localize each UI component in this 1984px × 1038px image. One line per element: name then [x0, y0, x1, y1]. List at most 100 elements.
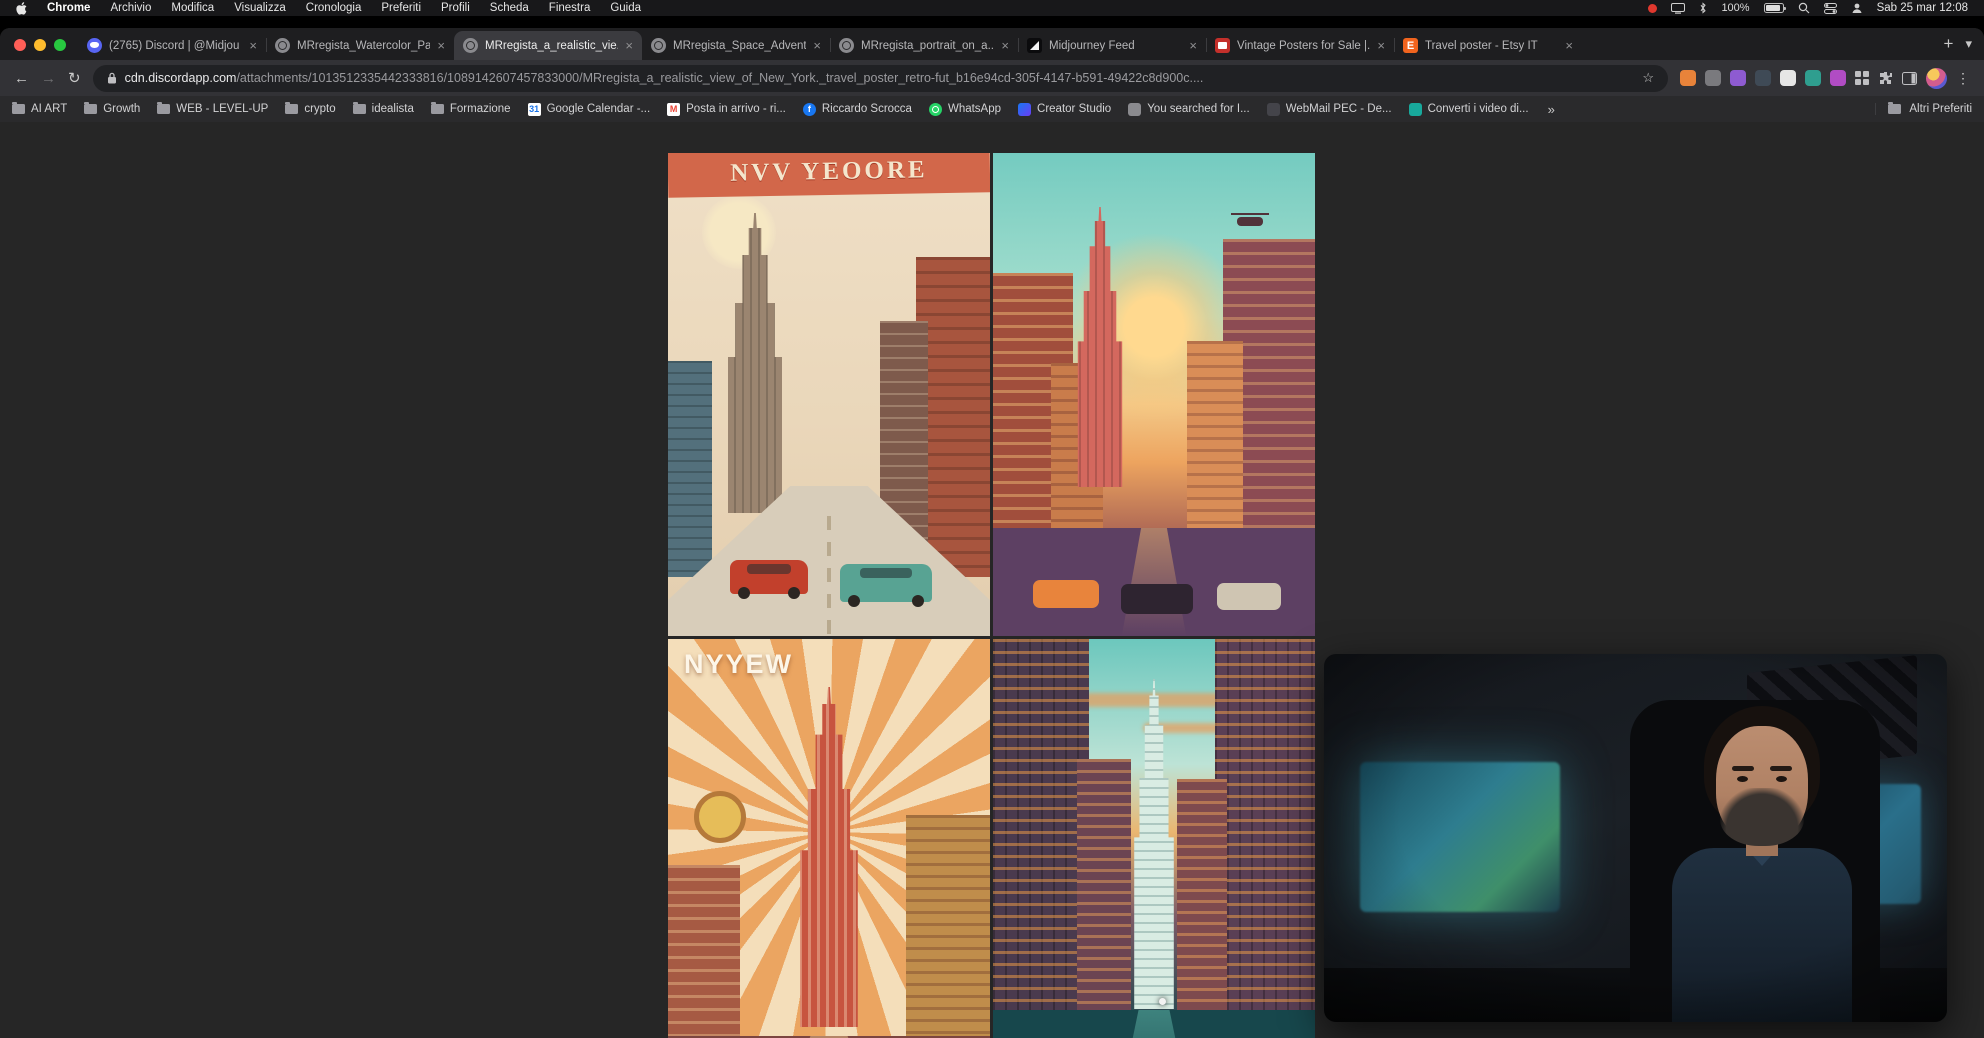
tab-realistic-view-active[interactable]: MRregista_a_realistic_vie... ×	[454, 31, 642, 60]
tab-watercolor[interactable]: MRregista_Watercolor_Pa... ×	[266, 31, 454, 60]
lock-icon[interactable]	[107, 72, 117, 84]
tab-close-icon[interactable]: ×	[249, 39, 257, 52]
tab-vintage-posters[interactable]: Vintage Posters for Sale |... ×	[1206, 31, 1394, 60]
tab-groups-grid-icon[interactable]	[1855, 71, 1869, 85]
window-close-button[interactable]	[14, 39, 26, 51]
mouse-cursor	[1159, 998, 1166, 1005]
bookmark-gmail-inbox[interactable]: MPosta in arrivo - ri...	[667, 103, 786, 116]
menu-profili[interactable]: Profili	[441, 2, 470, 14]
bookmark-creator-studio[interactable]: Creator Studio	[1018, 103, 1111, 116]
extension-icon[interactable]	[1805, 70, 1821, 86]
tab-close-icon[interactable]: ×	[437, 39, 445, 52]
folder-icon	[84, 104, 97, 114]
menu-scheda[interactable]: Scheda	[490, 2, 529, 14]
tabs: (2765) Discord | @Midjou × MRregista_Wat…	[78, 31, 1929, 60]
bookmark-webmail-pec[interactable]: WebMail PEC - De...	[1267, 103, 1392, 116]
tab-close-icon[interactable]: ×	[813, 39, 821, 52]
battery-icon[interactable]	[1764, 3, 1784, 13]
menu-modifica[interactable]: Modifica	[171, 2, 214, 14]
bookmark-ai-art[interactable]: AI ART	[12, 103, 67, 115]
window-zoom-button[interactable]	[54, 39, 66, 51]
menu-guida[interactable]: Guida	[610, 2, 641, 14]
globe-favicon	[839, 38, 854, 53]
bookmark-formazione[interactable]: Formazione	[431, 103, 511, 115]
globe-favicon	[275, 38, 290, 53]
bookmark-crypto[interactable]: crypto	[285, 103, 335, 115]
poster4-building	[1077, 759, 1131, 1038]
tab-close-icon[interactable]: ×	[625, 39, 633, 52]
extension-icon[interactable]	[1755, 70, 1771, 86]
user-switcher-icon[interactable]	[1851, 2, 1863, 14]
recording-indicator-icon[interactable]	[1648, 4, 1657, 13]
bookmark-growth[interactable]: Growth	[84, 103, 140, 115]
control-center-icon[interactable]	[1824, 3, 1837, 14]
bookmark-label: idealista	[372, 103, 414, 115]
menubar-clock[interactable]: Sab 25 mar 12:08	[1877, 2, 1968, 14]
tab-close-icon[interactable]: ×	[1565, 39, 1573, 52]
poster-new-york-sunset-2[interactable]	[993, 153, 1315, 636]
apple-logo-icon[interactable]	[16, 2, 27, 15]
back-button[interactable]: ←	[14, 71, 29, 86]
bookmark-web-level-up[interactable]: WEB - LEVEL-UP	[157, 103, 268, 115]
menu-cronologia[interactable]: Cronologia	[306, 2, 362, 14]
folder-icon	[353, 104, 366, 114]
reload-button[interactable]: ↻	[68, 71, 81, 86]
bookmarks-overflow-chevron[interactable]: »	[1548, 102, 1555, 117]
extension-icon[interactable]	[1705, 70, 1721, 86]
extension-icon[interactable]	[1680, 70, 1696, 86]
profile-avatar[interactable]	[1926, 68, 1947, 89]
tab-search-chevron-icon[interactable]: ▾	[1965, 36, 1972, 52]
whatsapp-icon	[929, 103, 942, 116]
bookmark-facebook-profile[interactable]: fRiccardo Scrocca	[803, 103, 912, 116]
menubar-status: 100% Sab 25 mar 12:08	[1648, 2, 1968, 14]
gmail-icon: M	[667, 103, 680, 116]
bookmark-idealista[interactable]: idealista	[353, 103, 414, 115]
side-panel-icon[interactable]	[1902, 72, 1917, 85]
video-converter-icon	[1409, 103, 1422, 116]
tab-discord[interactable]: (2765) Discord | @Midjou ×	[78, 31, 266, 60]
window-minimize-button[interactable]	[34, 39, 46, 51]
midjourney-image-grid[interactable]: NVV YEOORE	[668, 150, 1316, 1038]
bookmark-whatsapp[interactable]: WhatsApp	[929, 103, 1001, 116]
menu-archivio[interactable]: Archivio	[110, 2, 151, 14]
macos-menubar: Chrome Archivio Modifica Visualizza Cron…	[0, 0, 1984, 16]
tab-portrait[interactable]: MRregista_portrait_on_a... ×	[830, 31, 1018, 60]
bookmark-label: WhatsApp	[948, 103, 1001, 115]
poster2-car	[1033, 580, 1099, 608]
bookmark-video-converter[interactable]: Converti i video di...	[1409, 103, 1529, 116]
menu-preferiti[interactable]: Preferiti	[381, 2, 421, 14]
poster4-building	[993, 639, 1089, 1038]
poster-new-york-sunburst-3[interactable]: NYYEW	[668, 639, 990, 1038]
other-bookmarks[interactable]: Altri Preferiti	[1875, 103, 1972, 115]
menu-chrome[interactable]: Chrome	[47, 2, 90, 14]
tab-strip: (2765) Discord | @Midjou × MRregista_Wat…	[0, 28, 1984, 60]
search-icon[interactable]	[1798, 2, 1810, 14]
tab-midjourney-feed[interactable]: Midjourney Feed ×	[1018, 31, 1206, 60]
tab-space-adventure[interactable]: MRregista_Space_Advent... ×	[642, 31, 830, 60]
bookmark-star-icon[interactable]: ☆	[1642, 70, 1654, 86]
menu-visualizza[interactable]: Visualizza	[234, 2, 286, 14]
tab-close-icon[interactable]: ×	[1377, 39, 1385, 52]
list-icon	[1128, 103, 1141, 116]
tab-etsy[interactable]: E Travel poster - Etsy IT ×	[1394, 31, 1582, 60]
chrome-menu-kebab-icon[interactable]: ⋮	[1956, 70, 1970, 87]
omnibox[interactable]: cdn.discordapp.com/attachments/101351233…	[93, 65, 1668, 92]
extension-icon[interactable]	[1730, 70, 1746, 86]
bookmark-google-calendar[interactable]: 31Google Calendar -...	[528, 103, 651, 116]
extension-icon[interactable]	[1830, 70, 1846, 86]
bluetooth-icon[interactable]	[1699, 2, 1707, 14]
new-tab-button[interactable]: +	[1935, 31, 1961, 57]
bookmark-you-searched[interactable]: You searched for I...	[1128, 103, 1250, 116]
poster3-title-text: NYYEW	[684, 649, 793, 680]
poster-new-york-taxis-4[interactable]	[993, 639, 1315, 1038]
display-icon[interactable]	[1671, 3, 1685, 14]
bookmark-label: Google Calendar -...	[547, 103, 651, 115]
forward-button[interactable]: →	[41, 71, 56, 86]
extensions-puzzle-icon[interactable]	[1878, 71, 1893, 86]
menu-finestra[interactable]: Finestra	[549, 2, 591, 14]
tab-close-icon[interactable]: ×	[1189, 39, 1197, 52]
poster4-building	[1177, 779, 1227, 1038]
tab-close-icon[interactable]: ×	[1001, 39, 1009, 52]
poster-new-york-retro-1[interactable]: NVV YEOORE	[668, 153, 990, 636]
extension-icon[interactable]	[1780, 70, 1796, 86]
